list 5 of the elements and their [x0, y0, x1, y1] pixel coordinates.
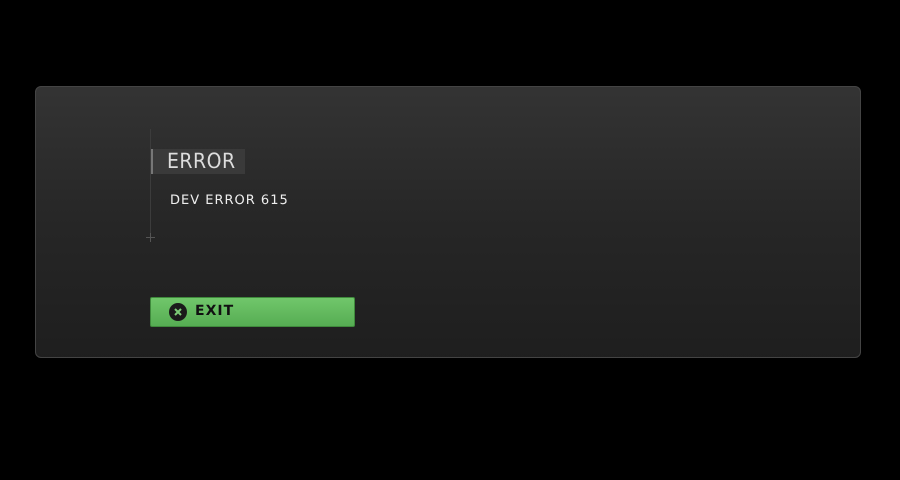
- exit-button[interactable]: EXIT: [150, 296, 355, 326]
- dialog-title: ERROR: [150, 149, 245, 174]
- plus-icon: [146, 233, 155, 242]
- cross-button-icon: [169, 302, 187, 320]
- error-message: DEV ERROR 615: [170, 192, 290, 210]
